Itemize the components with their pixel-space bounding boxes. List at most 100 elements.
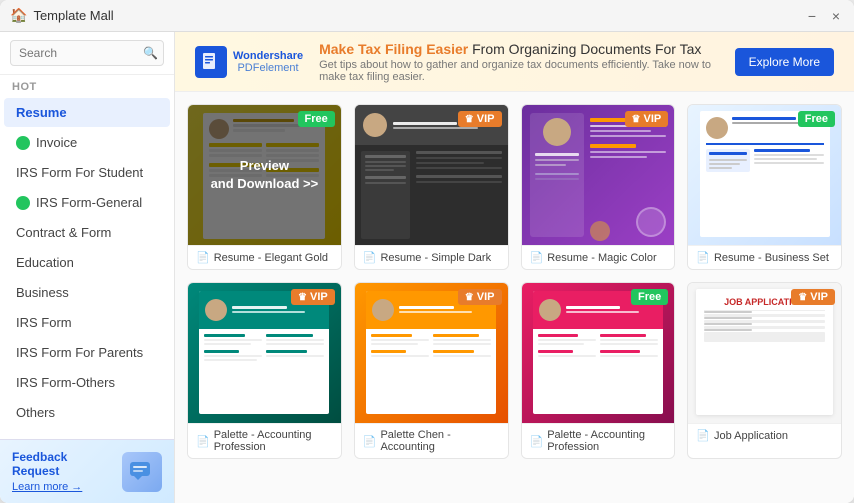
template-card-palette-free[interactable]: Free 📄 Palette - Accounting Profession [521,282,676,459]
template-card-simple-dark[interactable]: ♛ VIP 📄 Resume - Simple Dark [354,104,509,270]
banner-sub: Get tips about how to gather and organiz… [319,59,719,83]
job-app-inner: JOB APPLICATION [696,289,833,415]
sidebar-item-contract[interactable]: Contract & Form [4,218,170,247]
education-label: Education [16,255,74,270]
titlebar: 🏠 Template Mall − × [0,0,854,32]
sidebar-item-irs-student[interactable]: IRS Form For Student [4,158,170,187]
irs-form-label: IRS Form [16,315,72,330]
template-preview-palette-teal: ♛ VIP [188,283,341,423]
sidebar-item-business[interactable]: Business [4,278,170,307]
template-preview-palette-free: Free [522,283,675,423]
template-card-job-app[interactable]: JOB APPLICATION [687,282,842,459]
resume-label: Resume [16,105,67,120]
titlebar-left: 🏠 Template Mall [10,7,114,24]
close-button[interactable]: × [828,8,844,24]
window-title: Template Mall [33,8,113,23]
template-icon-business: 📄 [696,251,710,264]
palette-free-card [533,291,663,414]
template-label-job-app: 📄 Job Application [688,423,841,447]
sidebar-nav: HOT Resume Invoice IRS Form For Student … [0,75,174,439]
template-name-elegant-gold: Resume - Elegant Gold [214,252,328,264]
app-icon: 🏠 [10,7,27,24]
sidebar: 🔍 HOT Resume Invoice IRS Form For Studen… [0,32,175,503]
sidebar-search-area: 🔍 [0,32,174,75]
templates-container: Previewand Download >> Free 📄 Resume - E… [175,92,854,503]
crown-icon-teal: ♛ [298,292,307,303]
template-label-simple-dark: 📄 Resume - Simple Dark [355,245,508,269]
template-card-business-set[interactable]: Free 📄 Resume - Business Set [687,104,842,270]
crown-icon: ♛ [465,114,474,125]
sidebar-item-others[interactable]: Others [4,398,170,427]
sidebar-item-irs-general[interactable]: IRS Form-General [4,188,170,217]
dark-col-left [361,151,410,239]
template-card-palette-orange[interactable]: ♛ VIP 📄 Palette Chen - Accounting [354,282,509,459]
banner: Wondershare PDFelement Make Tax Filing E… [175,32,854,92]
template-icon: 📄 [196,251,210,264]
mini-resume-business [700,111,830,237]
logo-bottom: PDFelement [237,62,298,74]
invoice-dot [16,136,30,150]
explore-more-button[interactable]: Explore More [735,48,834,76]
sidebar-item-irs-parents[interactable]: IRS Form For Parents [4,338,170,367]
template-icon-orange: 📄 [363,435,377,448]
pdfelement-icon [195,46,227,78]
content-area: Wondershare PDFelement Make Tax Filing E… [175,32,854,503]
template-name-palette-teal: Palette - Accounting Profession [214,429,333,453]
template-label-palette-orange: 📄 Palette Chen - Accounting [355,423,508,458]
sidebar-item-education[interactable]: Education [4,248,170,277]
contract-label: Contract & Form [16,225,111,240]
template-name-magic-color: Resume - Magic Color [547,252,656,264]
badge-vip-orange: ♛ VIP [458,289,502,305]
minimize-button[interactable]: − [804,8,820,24]
crown-icon-magic: ♛ [632,114,641,125]
template-card-elegant-gold[interactable]: Previewand Download >> Free 📄 Resume - E… [187,104,342,270]
pdf-icon [201,52,221,72]
template-name-simple-dark: Resume - Simple Dark [380,252,491,264]
template-icon-jobapp: 📄 [696,429,710,442]
feedback-link[interactable]: Learn more → [12,481,82,493]
template-icon-teal: 📄 [196,435,210,448]
banner-logo-text: Wondershare PDFelement [233,50,303,74]
banner-text: Make Tax Filing Easier From Organizing D… [319,41,719,83]
dark-col-right [416,151,502,239]
banner-logo-wrap: Wondershare PDFelement [195,46,303,78]
template-name-job-app: Job Application [714,430,788,442]
template-card-palette-teal[interactable]: ♛ VIP 📄 Palette - Accounting Profession [187,282,342,459]
search-input[interactable] [10,40,164,66]
sidebar-item-irs-others[interactable]: IRS Form-Others [4,368,170,397]
sidebar-item-resume[interactable]: Resume [4,98,170,127]
badge-vip-dark: ♛ VIP [458,111,502,127]
template-icon-magic: 📄 [530,251,544,264]
feedback-text-wrap: Feedback Request Learn more → [12,450,114,493]
sidebar-item-irs-form[interactable]: IRS Form [4,308,170,337]
irs-general-label: IRS Form-General [36,195,142,210]
template-preview-magic-color: ♛ VIP [522,105,675,245]
banner-headline-suffix: From Organizing Documents For Tax [472,41,701,57]
banner-headline-em: Make Tax Filing Easier [319,41,468,57]
irs-parents-label: IRS Form For Parents [16,345,143,360]
template-preview-business-set: Free [688,105,841,245]
template-name-palette-orange: Palette Chen - Accounting [380,429,499,453]
palette-teal-card [199,291,329,414]
crown-icon-jobapp: ♛ [798,292,807,303]
feedback-icon [128,458,156,486]
template-label-palette-free: 📄 Palette - Accounting Profession [522,423,675,458]
dark-body [355,145,508,245]
others-label: Others [16,405,55,420]
banner-headline: Make Tax Filing Easier From Organizing D… [319,41,719,57]
crown-icon-orange: ♛ [465,292,474,303]
badge-free-business: Free [798,111,835,127]
irs-others-label: IRS Form-Others [16,375,115,390]
hot-section-label: HOT [0,75,174,97]
feedback-graphic [122,452,162,492]
sidebar-item-invoice[interactable]: Invoice [4,128,170,157]
badge-vip-jobapp: ♛ VIP [791,289,835,305]
badge-vip-magic: ♛ VIP [625,111,669,127]
template-label-business-set: 📄 Resume - Business Set [688,245,841,269]
invoice-label: Invoice [36,135,77,150]
template-name-palette-free: Palette - Accounting Profession [547,429,666,453]
logo-top: Wondershare [233,50,303,62]
badge-free-gold: Free [298,111,335,127]
template-card-magic-color[interactable]: ♛ VIP 📄 Resume - Magic Color [521,104,676,270]
irs-general-dot [16,196,30,210]
